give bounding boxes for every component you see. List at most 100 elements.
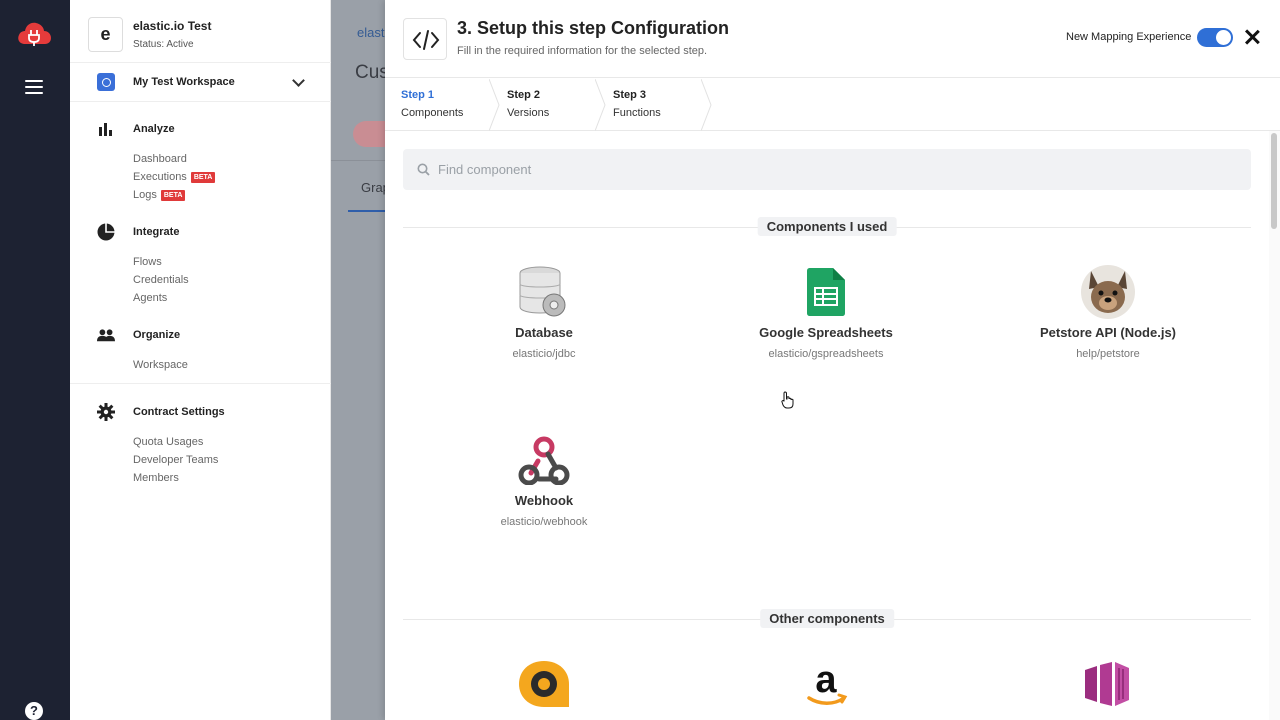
help-icon[interactable]: ? [25,702,43,720]
used-components-divider: Components I used [403,217,1251,236]
pie-chart-icon [97,223,115,241]
background-title: Cust [355,62,385,83]
sidebar-item-workspace[interactable]: Workspace [70,356,331,374]
component-google-spreadsheets[interactable]: Google Spreadsheets elasticio/gspreadshe… [706,265,946,360]
component-name: Webhook [514,493,574,508]
tab-step-3[interactable]: Step 3 Functions [597,79,703,131]
database-icon [519,266,566,317]
scrollbar-thumb[interactable] [1271,133,1277,229]
component-name: Database [515,325,573,340]
component-slug: elasticio/webhook [500,516,588,528]
step-separator [701,79,712,131]
component-search[interactable] [403,149,1251,190]
sidebar-item-label: Dashboard [133,153,187,165]
sidebar-item-members[interactable]: Members [70,469,331,487]
modal-subtitle: Fill in the required information for the… [457,45,708,57]
background-button [353,121,385,147]
beta-badge: BETA [160,189,186,201]
sidebar-item-label: Flows [133,256,162,268]
bar-chart-icon [97,120,115,138]
step-number: Step 1 [401,89,435,101]
component-database[interactable]: Database elasticio/jdbc [424,265,664,360]
sidebar-item-integrate[interactable]: Integrate [70,222,331,242]
sidebar-item-analyze[interactable]: Analyze [70,119,331,139]
close-icon[interactable] [1243,28,1261,46]
section-organize: Organize Workspace [70,325,331,374]
sidebar-item-label: Executions [133,171,187,183]
modal-title: 3. Setup this step Configuration [457,18,730,38]
search-input[interactable] [438,162,1138,177]
section-integrate: Integrate Flows Credentials Agents [70,222,331,307]
sidebar-item-label: Logs [133,189,157,201]
component-webhook[interactable]: Webhook elasticio/webhook [424,433,664,528]
component-name: Petstore API (Node.js) [1039,325,1177,340]
section-title: Organize [133,329,181,341]
sidebar-item-developer-teams[interactable]: Developer Teams [70,451,331,469]
sidebar-item-credentials[interactable]: Credentials [70,271,331,289]
mapping-toggle-label: New Mapping Experience [1066,31,1192,43]
sidebar-item-label: Credentials [133,274,189,286]
step-number: Step 3 [613,89,647,101]
svg-text:a: a [815,660,837,701]
step-label: Components [401,107,464,119]
component-aws-kinesis[interactable] [988,657,1228,711]
gear-icon [97,403,115,421]
component-slug: elasticio/jdbc [512,348,576,360]
modal-scrollbar[interactable] [1269,131,1280,720]
step-number: Step 2 [507,89,541,101]
workspace-avatar: e [88,17,123,52]
sidebar-item-logs[interactable]: Logs BETA [70,186,331,204]
sidebar-item-label: Agents [133,292,168,304]
sidebar-item-label: Developer Teams [133,454,219,466]
background-tab: Grap [361,180,385,195]
beta-badge: BETA [190,171,216,183]
tab-step-1[interactable]: Step 1 Components [385,79,491,131]
sidebar: e elastic.io Test Status: Active My Test… [70,0,331,720]
sidebar-item-dashboard[interactable]: Dashboard [70,150,331,168]
sidebar-item-contract-settings[interactable]: Contract Settings [70,402,331,422]
chevron-down-icon[interactable] [292,73,305,87]
component-amazon[interactable]: a [706,657,946,711]
section-analyze: Analyze Dashboard Executions BETA Logs BET… [70,119,331,204]
workspace-status: Status: Active [133,39,194,50]
section-title: Analyze [133,123,175,135]
workspace-selector[interactable]: My Test Workspace [70,62,331,102]
section-title: Integrate [133,226,180,238]
sidebar-item-organize[interactable]: Organize [70,325,331,345]
hamburger-icon[interactable] [25,80,43,94]
background-tab-underline [348,210,385,212]
step-config-modal: 3. Setup this step Configuration Fill in… [385,0,1280,720]
workspace-name: elastic.io Test [133,19,212,33]
sidebar-item-executions[interactable]: Executions BETA [70,168,331,186]
search-icon [417,163,430,176]
step-label: Versions [507,107,550,119]
other-components-header: Other components [760,609,894,628]
cloud-plug-icon[interactable] [16,18,52,48]
component-slug: help/petstore [1076,348,1140,360]
background-breadcrumb: elasti [357,25,385,40]
webhook-icon [518,436,570,485]
mapping-toggle[interactable] [1197,28,1233,47]
code-icon [403,18,447,60]
component-petstore-api[interactable]: Petstore API (Node.js) help/petstore [988,265,1228,360]
workspace-header[interactable]: e elastic.io Test Status: Active [88,17,211,52]
section-contract-settings: Contract Settings Quota Usages Developer… [70,402,331,487]
component-quip[interactable] [424,657,664,711]
sidebar-item-label: Workspace [133,359,188,371]
amazon-icon: a [807,660,848,705]
sidebar-item-label: Members [133,472,179,484]
spreadsheet-icon [807,268,845,316]
component-slug: elasticio/gspreadsheets [768,348,884,360]
component-picker: Components I used Database elasticio/jdb… [385,131,1265,720]
used-components-header: Components I used [757,217,897,236]
modal-header: 3. Setup this step Configuration Fill in… [385,0,1280,78]
background-divider [331,160,385,161]
sidebar-item-quota-usages[interactable]: Quota Usages [70,433,331,451]
app-rail: ? [0,0,70,720]
background-page-overlay: elasti Cust Grap [331,0,385,720]
section-title: Contract Settings [133,406,225,418]
sidebar-item-flows[interactable]: Flows [70,253,331,271]
tab-step-2[interactable]: Step 2 Versions [491,79,597,131]
sidebar-item-agents[interactable]: Agents [70,289,331,307]
quip-icon [519,661,569,707]
